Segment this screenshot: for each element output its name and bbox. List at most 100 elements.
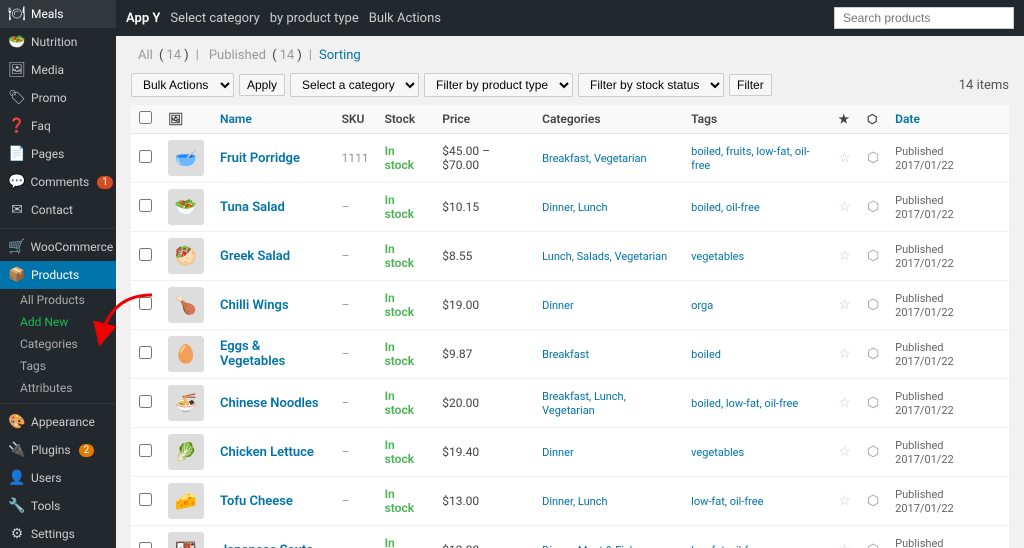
sidebar-item-faq[interactable]: ❓ Faq — [0, 112, 116, 140]
row-select-5[interactable] — [139, 395, 152, 408]
sidebar-item-pages[interactable]: 📄 Pages — [0, 140, 116, 168]
product-name-link-8[interactable]: Japanese Saute — [220, 543, 313, 548]
sidebar-item-products[interactable]: 📦 Products — [0, 261, 116, 289]
topbar-bulk-actions[interactable]: Bulk Actions — [369, 11, 441, 26]
category-select[interactable]: Select a category — [290, 73, 419, 97]
product-name-link-3[interactable]: Chilli Wings — [220, 298, 289, 313]
row-select-0[interactable] — [139, 150, 152, 163]
meals-icon: 🍽 — [8, 6, 26, 22]
row-stock-1: In stock — [377, 183, 435, 232]
sidebar-item-contact[interactable]: ✉ Contact — [0, 196, 116, 224]
star-icon-5[interactable]: ☆ — [838, 395, 851, 411]
submenu-categories[interactable]: Categories — [0, 333, 116, 355]
sidebar-item-promo[interactable]: 🏷 Promo — [0, 84, 116, 112]
sidebar-item-media[interactable]: 🖼 Media — [0, 56, 116, 84]
nutrition-icon: 🥗 — [8, 34, 26, 50]
row-tags-3: orga — [683, 281, 830, 330]
product-name-link-4[interactable]: Eggs & Vegetables — [220, 339, 285, 369]
product-name-link-6[interactable]: Chicken Lettuce — [220, 445, 314, 460]
row-checkbox-3 — [131, 281, 160, 330]
star-icon-1[interactable]: ☆ — [838, 199, 851, 215]
sidebar-item-users[interactable]: 👤 Users — [0, 464, 116, 492]
sidebar-item-nutrition[interactable]: 🥗 Nutrition — [0, 28, 116, 56]
subnav-sorting[interactable]: Sorting — [315, 46, 365, 65]
row-select-2[interactable] — [139, 248, 152, 261]
date-col[interactable]: Date — [887, 105, 1009, 134]
submenu-all-products[interactable]: All Products — [0, 289, 116, 311]
sidebar-item-tools[interactable]: 🔧 Tools — [0, 492, 116, 520]
table-row: 🍱 Japanese Saute – In stock $13.00 Dinne… — [131, 526, 1009, 548]
sidebar-item-woocommerce[interactable]: 🛒 WooCommerce — [0, 233, 116, 261]
row-date-4: Published 2017/01/22 — [887, 330, 1009, 379]
products-table: 🖼 Name SKU Stock Price Categories Tags ★… — [131, 105, 1009, 548]
row-categories-6: Dinner — [534, 428, 683, 477]
cube-col: ⬡ — [859, 105, 887, 134]
row-select-4[interactable] — [139, 346, 152, 359]
row-img-4: 🥚 — [160, 330, 212, 379]
faq-icon: ❓ — [8, 118, 26, 134]
table-row: 🥬 Chicken Lettuce – In stock $19.40 Dinn… — [131, 428, 1009, 477]
submenu-add-new[interactable]: Add New — [0, 311, 116, 333]
row-select-7[interactable] — [139, 493, 152, 506]
name-col[interactable]: Name — [212, 105, 334, 134]
row-cube-0: ⬡ — [859, 134, 887, 183]
pages-icon: 📄 — [8, 146, 26, 162]
star-icon-2[interactable]: ☆ — [838, 248, 851, 264]
table-row: 🍗 Chilli Wings – In stock $19.00 Dinner … — [131, 281, 1009, 330]
row-categories-4: Breakfast — [534, 330, 683, 379]
filter-button[interactable]: Filter — [729, 74, 772, 96]
star-icon-7[interactable]: ☆ — [838, 493, 851, 509]
sidebar-item-meals[interactable]: 🍽 Meals — [0, 0, 116, 28]
row-star-2: ☆ — [830, 232, 859, 281]
submenu-attributes[interactable]: Attributes — [0, 377, 116, 399]
sidebar-item-comments[interactable]: 💬 Comments 1 — [0, 168, 116, 196]
product-thumb-3: 🍗 — [168, 287, 204, 323]
row-date-7: Published 2017/01/22 — [887, 477, 1009, 526]
submenu-tags[interactable]: Tags — [0, 355, 116, 377]
product-type-select[interactable]: Filter by product type — [424, 73, 573, 97]
star-icon-4[interactable]: ☆ — [838, 346, 851, 362]
star-icon-8[interactable]: ☆ — [838, 542, 851, 548]
cube-icon-3: ⬡ — [867, 297, 879, 313]
row-tags-4: boiled — [683, 330, 830, 379]
star-icon-3[interactable]: ☆ — [838, 297, 851, 313]
row-select-1[interactable] — [139, 199, 152, 212]
sidebar-item-plugins[interactable]: 🔌 Plugins 2 — [0, 436, 116, 464]
sidebar-item-appearance[interactable]: 🎨 Appearance — [0, 408, 116, 436]
product-name-link-2[interactable]: Greek Salad — [220, 249, 290, 264]
stock-col: Stock — [377, 105, 435, 134]
row-cube-5: ⬡ — [859, 379, 887, 428]
topbar-category[interactable]: Select category — [170, 11, 259, 26]
product-name-link-1[interactable]: Tuna Salad — [220, 200, 285, 215]
sku-col: SKU — [334, 105, 377, 134]
topbar-filter-type[interactable]: by product type — [270, 11, 359, 26]
comments-icon: 💬 — [8, 174, 25, 190]
star-icon-0[interactable]: ☆ — [838, 150, 851, 166]
apply-button[interactable]: Apply — [239, 74, 285, 96]
product-name-link-7[interactable]: Tofu Cheese — [220, 494, 293, 509]
stock-status-select[interactable]: Filter by stock status — [578, 73, 724, 97]
star-icon-6[interactable]: ☆ — [838, 444, 851, 460]
row-select-8[interactable] — [139, 542, 152, 548]
row-stock-2: In stock — [377, 232, 435, 281]
row-price-2: $8.55 — [434, 232, 534, 281]
row-tags-0: boiled, fruits, low-fat, oil-free — [683, 134, 830, 183]
row-select-6[interactable] — [139, 444, 152, 457]
product-name-link-5[interactable]: Chinese Noodles — [220, 396, 319, 411]
row-star-1: ☆ — [830, 183, 859, 232]
subnav-published[interactable]: Published (14) — [202, 46, 306, 65]
row-star-7: ☆ — [830, 477, 859, 526]
row-img-7: 🧀 — [160, 477, 212, 526]
row-select-3[interactable] — [139, 297, 152, 310]
table-row: 🥗 Tuna Salad – In stock $10.15 Dinner, L… — [131, 183, 1009, 232]
row-price-0: $45.00 – $70.00 — [434, 134, 534, 183]
select-all-checkbox[interactable] — [139, 111, 152, 124]
sidebar-item-settings[interactable]: ⚙ Settings — [0, 520, 116, 548]
search-input[interactable] — [834, 7, 1014, 29]
bulk-actions-select[interactable]: Bulk Actions — [131, 73, 234, 97]
content-area: All (14) | Published (14) | Sorting Bulk… — [116, 36, 1024, 548]
product-name-link-0[interactable]: Fruit Porridge — [220, 151, 300, 166]
row-cube-3: ⬡ — [859, 281, 887, 330]
topbar-right — [834, 7, 1014, 29]
subnav-all[interactable]: All (14) — [131, 46, 193, 65]
